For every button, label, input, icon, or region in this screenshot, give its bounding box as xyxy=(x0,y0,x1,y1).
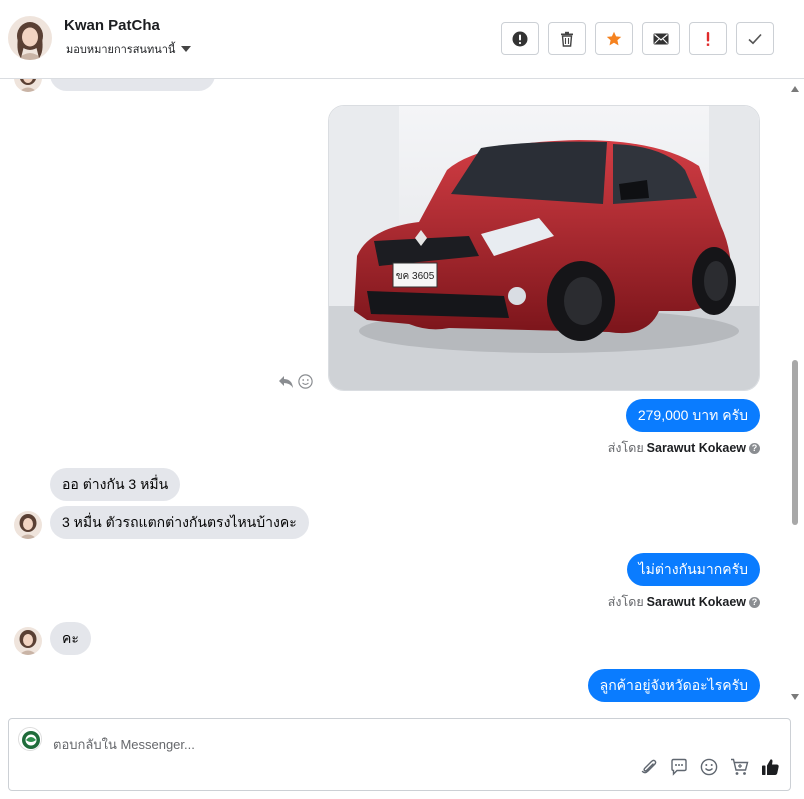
star-icon xyxy=(606,31,622,45)
follow-up-button[interactable] xyxy=(689,22,727,55)
agent-name: Sarawut Kokaew xyxy=(646,595,746,609)
sent-by-label: ส่งโดย Sarawut Kokaew ? xyxy=(608,592,760,612)
scrollbar-thumb[interactable] xyxy=(792,360,798,525)
page-avatar xyxy=(18,727,42,751)
agent-name: Sarawut Kokaew xyxy=(646,441,746,455)
reply-composer[interactable]: ตอบกลับใน Messenger... xyxy=(8,718,791,791)
conversation-header: Kwan PatCha มอบหมายการสนทนานี้ xyxy=(0,0,804,79)
assign-conversation-dropdown[interactable]: มอบหมายการสนทนานี้ xyxy=(66,40,192,58)
reply-icon[interactable] xyxy=(278,375,294,389)
incoming-message: ออ ต่างกัน 3 หมื่น xyxy=(50,468,181,501)
scroll-down-arrow-icon[interactable] xyxy=(791,694,799,700)
message-actions xyxy=(278,374,313,389)
reply-input[interactable]: ตอบกลับใน Messenger... xyxy=(53,734,195,755)
incoming-message: ค่ำทางบอมศคยวีน่ยเกอ xyxy=(50,79,216,91)
react-emoji-icon[interactable] xyxy=(298,374,313,389)
info-icon[interactable]: ? xyxy=(749,596,760,608)
contact-avatar-small xyxy=(14,627,42,655)
outgoing-message: ไม่ต่างกันมากครับ xyxy=(626,553,760,586)
emoji-icon[interactable] xyxy=(700,758,718,781)
like-thumb-icon[interactable] xyxy=(761,758,780,781)
sent-by-label: ส่งโดย Sarawut Kokaew ? xyxy=(608,438,760,458)
car-photo-attachment[interactable]: ขค 3605 xyxy=(328,105,760,391)
alert-circle-icon xyxy=(512,31,528,46)
contact-avatar-small xyxy=(14,511,42,539)
mark-done-button[interactable] xyxy=(736,22,774,55)
assign-label: มอบหมายการสนทนานี้ xyxy=(66,44,176,56)
thread-scrollbar[interactable] xyxy=(788,80,802,706)
incoming-message: 3 หมื่น ตัวรถแตกต่างกันตรงไหนบ้างคะ xyxy=(50,506,309,539)
spam-report-button[interactable] xyxy=(501,22,539,55)
exclamation-icon xyxy=(706,31,710,46)
checkmark-icon xyxy=(748,33,762,44)
shopping-cart-icon[interactable] xyxy=(730,758,749,781)
contact-name[interactable]: Kwan PatCha xyxy=(64,17,160,34)
star-button[interactable] xyxy=(595,22,633,55)
outgoing-message: 279,000 บาท ครับ xyxy=(625,399,760,432)
scroll-up-arrow-icon[interactable] xyxy=(791,86,799,92)
attachment-icon[interactable] xyxy=(640,758,658,781)
delete-button[interactable] xyxy=(548,22,586,55)
info-icon[interactable]: ? xyxy=(749,442,760,454)
svg-text:ขค 3605: ขค 3605 xyxy=(396,271,435,282)
envelope-icon xyxy=(653,33,669,44)
message-thread[interactable]: ค่ำทางบอมศคยวีน่ยเกอ xyxy=(0,79,786,709)
mark-unread-button[interactable] xyxy=(642,22,680,55)
trash-icon xyxy=(561,31,573,47)
composer-tools xyxy=(640,758,780,781)
conversation-toolbar xyxy=(501,22,774,55)
caret-down-icon xyxy=(181,46,192,52)
contact-avatar-small xyxy=(14,79,42,92)
contact-avatar[interactable] xyxy=(8,16,52,60)
saved-replies-icon[interactable] xyxy=(670,758,688,781)
incoming-message: คะ xyxy=(50,622,91,655)
outgoing-message: ลูกค้าอยู่จังหวัดอะไรครับ xyxy=(587,669,760,702)
